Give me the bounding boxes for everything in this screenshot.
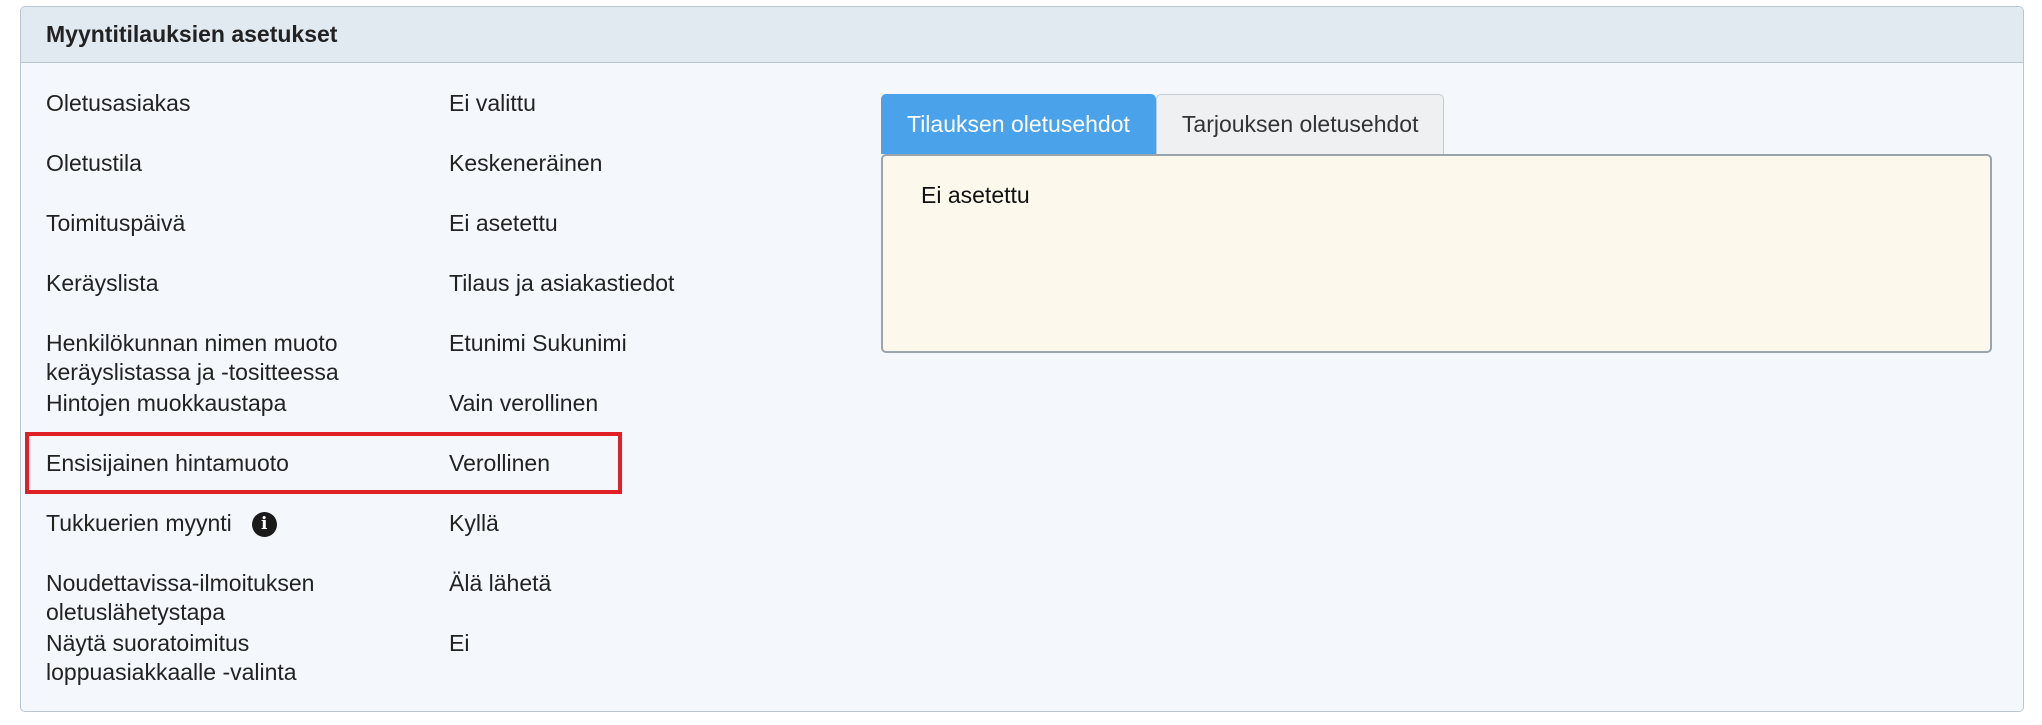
terms-content-text: Ei asetettu	[921, 182, 1030, 208]
panel-header: Myyntitilauksien asetukset	[21, 7, 2023, 63]
setting-value: Ei valittu	[449, 90, 536, 116]
setting-label-text: Tukkuerien myynti	[46, 510, 232, 536]
tab-quote-default-terms[interactable]: Tarjouksen oletusehdot	[1155, 94, 1445, 154]
setting-label-line: keräyslistassa ja -tositteessa	[46, 359, 339, 385]
setting-value: Ei	[449, 630, 470, 656]
setting-label-line: Näytä suoratoimitus	[46, 630, 250, 656]
setting-value: Kyllä	[449, 510, 499, 536]
setting-label: Keräyslista	[46, 270, 159, 296]
tab-order-default-terms[interactable]: Tilauksen oletusehdot	[881, 94, 1156, 154]
setting-label: Oletusasiakas	[46, 90, 191, 116]
panel-title: Myyntitilauksien asetukset	[46, 21, 338, 47]
setting-label: Näytä suoratoimitus loppuasiakkaalle -va…	[46, 629, 406, 687]
setting-label: Noudettavissa-ilmoituksen oletuslähetyst…	[46, 569, 406, 627]
setting-value: Keskeneräinen	[449, 150, 603, 176]
setting-label-line: Henkilökunnan nimen muoto	[46, 330, 338, 356]
setting-value: Ei asetettu	[449, 210, 558, 236]
sales-order-settings-panel: Myyntitilauksien asetukset Oletusasiakas…	[20, 6, 2024, 712]
setting-label: Henkilökunnan nimen muoto keräyslistassa…	[46, 329, 406, 387]
setting-label: Tukkuerien myynti i	[46, 509, 406, 538]
setting-value: Älä lähetä	[449, 570, 552, 596]
setting-value: Verollinen	[449, 450, 551, 476]
setting-label-line: Noudettavissa-ilmoituksen	[46, 570, 315, 596]
terms-tabs: Tilauksen oletusehdot Tarjouksen oletuse…	[881, 94, 1445, 154]
setting-label-line: oletuslähetystapa	[46, 599, 226, 625]
setting-label-line: loppuasiakkaalle -valinta	[46, 659, 297, 685]
info-icon[interactable]: i	[251, 512, 277, 538]
setting-value: Tilaus ja asiakastiedot	[449, 270, 675, 296]
setting-label: Ensisijainen hintamuoto	[46, 450, 289, 476]
setting-value: Etunimi Sukunimi	[449, 330, 627, 356]
setting-label: Toimituspäivä	[46, 210, 186, 236]
setting-label: Oletustila	[46, 150, 142, 176]
terms-content-box: Ei asetettu	[881, 154, 1992, 353]
setting-value: Vain verollinen	[449, 390, 599, 416]
setting-label: Hintojen muokkaustapa	[46, 390, 287, 416]
